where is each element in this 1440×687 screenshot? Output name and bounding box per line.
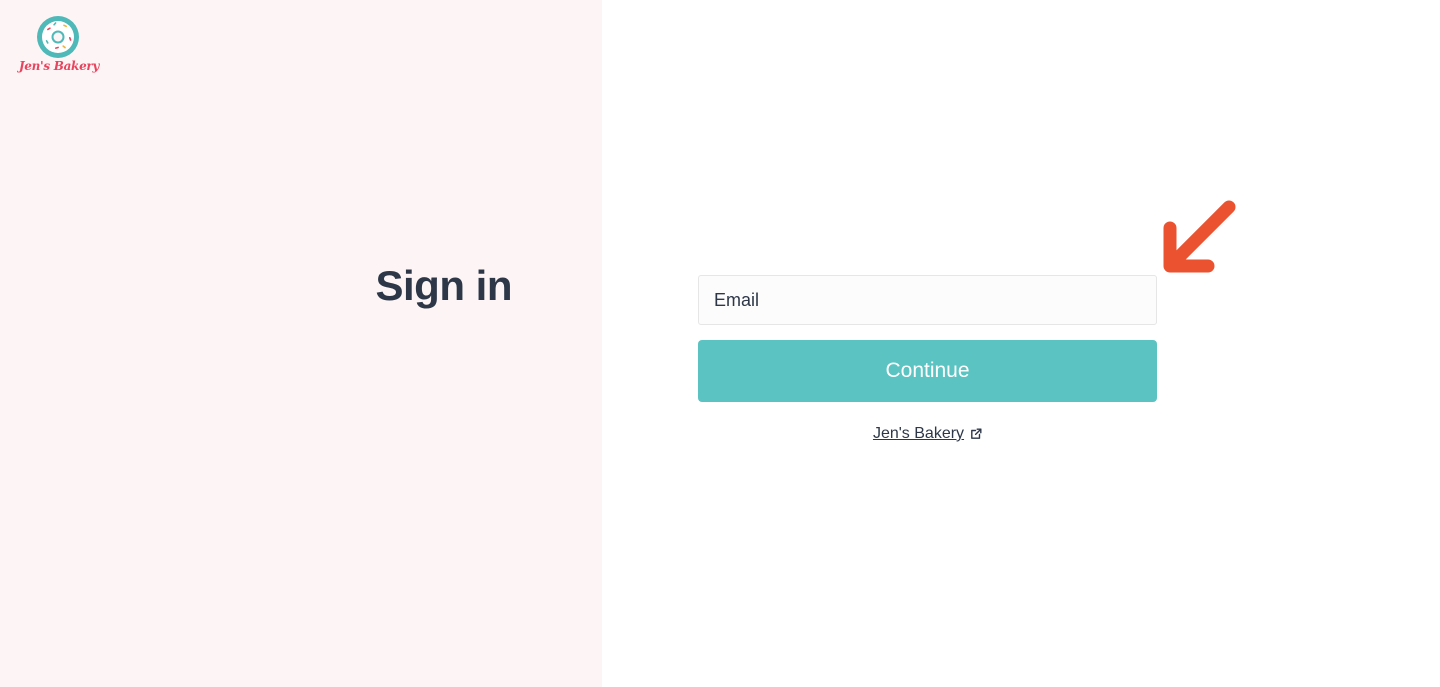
sign-in-page: Jen's Bakery Sign in Continue Jen's Bake… bbox=[0, 0, 1440, 687]
sign-in-form: Continue Jen's Bakery bbox=[698, 275, 1157, 443]
bakery-link-label: Jen's Bakery bbox=[872, 425, 965, 442]
page-title: Sign in bbox=[375, 262, 513, 309]
continue-button[interactable]: Continue bbox=[698, 340, 1157, 402]
arrow-down-left-icon bbox=[1163, 200, 1236, 273]
donut-icon bbox=[37, 16, 79, 58]
brand-name: Jen's Bakery bbox=[18, 59, 100, 73]
external-link-icon bbox=[970, 428, 982, 440]
brand-logo: Jen's Bakery bbox=[18, 14, 100, 80]
email-field[interactable] bbox=[698, 275, 1157, 325]
left-panel: Jen's Bakery Sign in bbox=[0, 0, 602, 687]
bakery-site-link[interactable]: Jen's Bakery bbox=[698, 425, 1157, 443]
